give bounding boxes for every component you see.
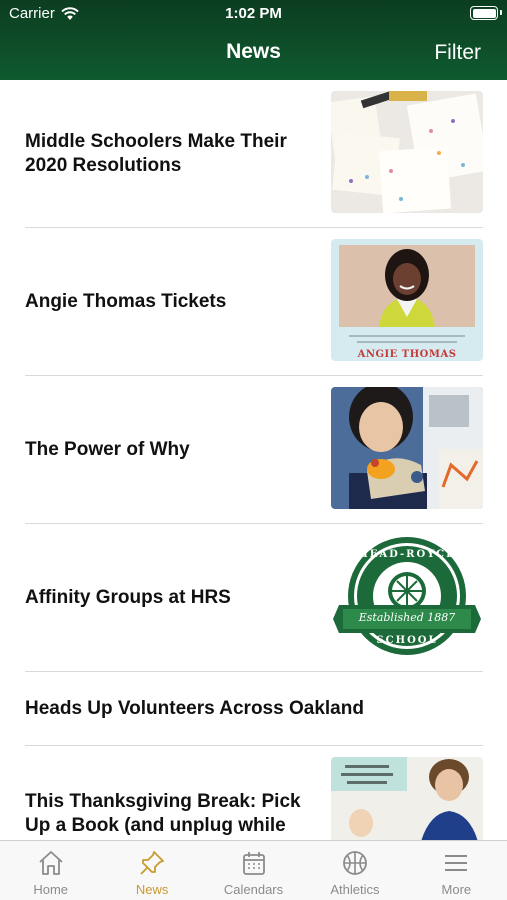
resolutions-cards-image xyxy=(331,91,483,213)
tab-home[interactable]: Home xyxy=(0,841,101,900)
author-name-caption: ANGIE THOMAS xyxy=(357,349,457,360)
news-item-title: Heads Up Volunteers Across Oakland xyxy=(25,697,364,719)
tab-bar: Home News Calendars Athletics More xyxy=(0,840,507,900)
status-time: 1:02 PM xyxy=(225,5,282,22)
tab-label: Calendars xyxy=(223,882,284,897)
tab-label: News xyxy=(135,882,169,897)
tab-calendars[interactable]: Calendars xyxy=(203,841,304,900)
menu-icon xyxy=(445,855,468,871)
seal-bottom-text: SCHOOL xyxy=(376,635,438,646)
school-seal-logo: HEAD-ROYCE Established 1887 SCHOOL xyxy=(331,535,483,657)
tab-athletics[interactable]: Athletics xyxy=(304,841,405,900)
news-item[interactable]: Angie Thomas Tickets ANGIE THOMAS xyxy=(25,228,483,376)
news-item[interactable]: Affinity Groups at HRS HEAD-ROYCE Establ… xyxy=(25,524,483,672)
navigation-header: Carrier 1:02 PM News Filter xyxy=(0,0,507,80)
battery-icon xyxy=(470,6,502,20)
author-photo-image: ANGIE THOMAS xyxy=(331,239,483,361)
news-item-title: Angie Thomas Tickets xyxy=(25,290,227,312)
news-item-title: This Thanksgiving Break: Pick Up a Book … xyxy=(25,791,301,840)
news-item-title: Affinity Groups at HRS xyxy=(25,586,231,608)
tab-label: Home xyxy=(33,882,69,897)
filter-button[interactable]: Filter xyxy=(434,41,481,65)
tab-label: Athletics xyxy=(330,882,380,897)
tab-news[interactable]: News xyxy=(101,841,202,900)
student-with-puppet-image xyxy=(331,387,483,509)
news-item-title: The Power of Why xyxy=(25,438,190,460)
seal-top-text: HEAD-ROYCE xyxy=(358,549,456,560)
reading-blog-image xyxy=(331,757,483,840)
seal-banner-text: Established 1887 xyxy=(358,611,456,624)
news-item-title: Middle Schoolers Make Their 2020 Resolut… xyxy=(25,130,287,176)
status-bar: Carrier 1:02 PM xyxy=(0,0,507,28)
calendar-icon xyxy=(242,852,265,875)
news-item[interactable]: The Power of Why xyxy=(25,376,483,524)
news-item[interactable]: Heads Up Volunteers Across Oakland xyxy=(25,672,483,746)
basketball-icon xyxy=(343,851,367,875)
news-feed[interactable]: Middle Schoolers Make Their 2020 Resolut… xyxy=(0,80,507,840)
tab-more[interactable]: More xyxy=(406,841,507,900)
news-item[interactable]: Middle Schoolers Make Their 2020 Resolut… xyxy=(25,80,483,228)
tab-label: More xyxy=(441,882,472,897)
pushpin-icon xyxy=(140,851,165,875)
news-item[interactable]: This Thanksgiving Break: Pick Up a Book … xyxy=(25,746,483,840)
page-title: News xyxy=(226,40,281,63)
home-icon xyxy=(39,851,63,875)
